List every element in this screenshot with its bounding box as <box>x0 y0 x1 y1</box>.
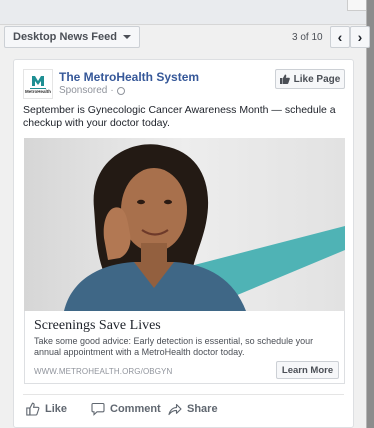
separator-dot: · <box>110 85 114 96</box>
globe-icon <box>116 86 125 95</box>
link-headline[interactable]: Screenings Save Lives <box>34 318 161 334</box>
post-actions: Like Comment Share <box>23 402 344 418</box>
like-page-label: Like Page <box>293 73 341 85</box>
like-label: Like <box>45 403 68 415</box>
prev-button[interactable]: ‹ <box>330 26 350 48</box>
post-text: September is Gynecologic Cancer Awarenes… <box>23 104 336 129</box>
thumbs-up-icon <box>26 402 40 416</box>
ad-image[interactable] <box>24 138 345 311</box>
share-label: Share <box>187 403 218 415</box>
share-icon <box>168 403 182 416</box>
link-preview[interactable]: Screenings Save Lives Take some good adv… <box>24 311 345 384</box>
link-domain: WWW.METROHEALTH.ORG/OBGYN <box>34 367 173 376</box>
placement-dropdown[interactable]: Desktop News Feed <box>4 26 140 48</box>
sponsored-label[interactable]: Sponsored <box>59 85 107 96</box>
next-button[interactable]: › <box>350 26 370 48</box>
page-name-link[interactable]: The MetroHealth System <box>59 70 199 84</box>
preview-toolbar: Desktop News Feed 3 of 10 ‹ › <box>0 25 370 51</box>
page-logo[interactable]: MetroHealth <box>23 69 53 99</box>
top-corner-control[interactable] <box>347 0 366 11</box>
like-page-button[interactable]: Like Page <box>275 69 345 89</box>
chevron-right-icon: › <box>357 29 363 45</box>
top-strip <box>0 0 366 25</box>
actions-divider <box>23 394 344 395</box>
comment-label: Comment <box>110 403 161 415</box>
link-description: Take some good advice: Early detection i… <box>34 336 314 357</box>
thumbs-up-icon <box>279 74 290 84</box>
sponsored-post-card: MetroHealth The MetroHealth System Spons… <box>13 59 354 428</box>
comment-icon <box>91 402 105 416</box>
learn-more-label: Learn More <box>281 364 334 376</box>
logo-wordmark: MetroHealth <box>25 89 52 94</box>
sponsored-row: Sponsored · <box>59 85 125 96</box>
chevron-down-icon <box>122 35 131 39</box>
learn-more-button[interactable]: Learn More <box>276 361 339 379</box>
pager-text: 3 of 10 <box>292 32 323 43</box>
chevron-left-icon: ‹ <box>337 29 343 45</box>
ad-preview-panel: Desktop News Feed 3 of 10 ‹ › MetroHealt… <box>0 0 370 428</box>
comment-button[interactable]: Comment <box>91 402 161 416</box>
share-button[interactable]: Share <box>168 402 218 416</box>
placement-dropdown-label: Desktop News Feed <box>13 31 117 43</box>
like-button[interactable]: Like <box>26 402 67 416</box>
